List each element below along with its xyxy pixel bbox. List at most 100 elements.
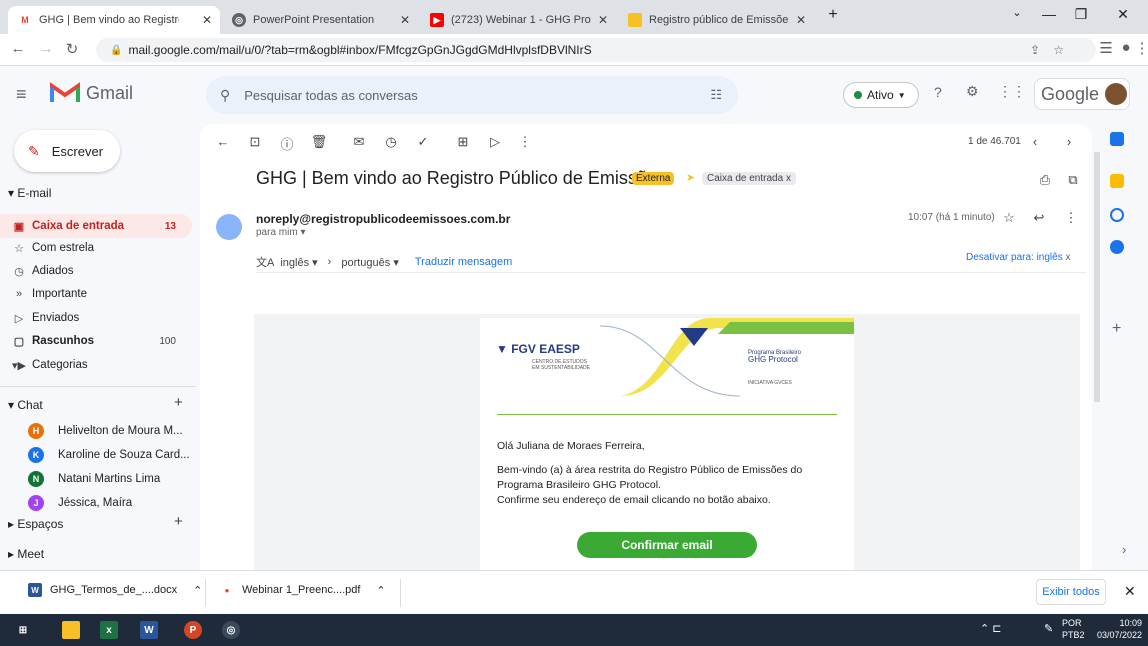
settings-gear-icon[interactable]: ⚙	[966, 83, 979, 100]
translate-message-link[interactable]: Traduzir mensagem	[415, 256, 512, 268]
get-addons-plus-icon[interactable]: +	[1112, 320, 1121, 338]
scrollbar[interactable]	[1094, 152, 1100, 402]
download-item[interactable]: ● Webinar 1_Preenc....pdf ⌃	[220, 583, 386, 597]
excel-icon[interactable]: x	[100, 621, 118, 639]
mark-unread-icon[interactable]: ✉	[350, 134, 368, 150]
chrome-menu-icon[interactable]: ⋮	[1132, 39, 1148, 57]
file-explorer-icon[interactable]	[62, 621, 80, 639]
language-indicator[interactable]: POR PTB2	[1062, 617, 1085, 641]
recipient-dropdown[interactable]: para mim ▾	[256, 227, 306, 238]
calendar-icon[interactable]	[1110, 132, 1124, 146]
search-options-icon[interactable]: ☷	[710, 87, 722, 103]
browser-tab-gmail[interactable]: M GHG | Bem vindo ao Registro Púb ✕	[8, 6, 220, 34]
close-icon[interactable]: x	[1066, 252, 1071, 263]
restore-button[interactable]: ❐	[1066, 6, 1096, 23]
chevron-up-icon[interactable]: ⌃	[193, 584, 202, 597]
importance-marker-icon[interactable]: ➤	[686, 171, 695, 184]
open-new-window-icon[interactable]: ⧉	[1064, 172, 1082, 188]
new-space-plus-icon[interactable]: +	[174, 513, 183, 530]
share-icon[interactable]: ⇪	[1030, 43, 1040, 57]
more-options-icon[interactable]: ⋮	[516, 134, 534, 150]
add-task-icon[interactable]: ✓	[414, 134, 432, 150]
sender-avatar[interactable]	[216, 214, 242, 240]
search-bar[interactable]: ⚲ Pesquisar todas as conversas ☷	[206, 76, 738, 114]
compose-button[interactable]: ✎ Escrever	[14, 130, 120, 172]
tab-search-icon[interactable]: ⌄	[1002, 6, 1032, 19]
move-to-icon[interactable]: ⊞	[454, 134, 472, 150]
target-language-dropdown[interactable]: português ▾	[341, 256, 399, 269]
print-icon[interactable]: ⎙	[1036, 172, 1054, 188]
address-bar[interactable]: 🔒 mail.google.com/mail/u/0/?tab=rm&ogbl#…	[96, 38, 1096, 62]
account-avatar[interactable]	[1105, 83, 1128, 105]
meet-section-header[interactable]: ▸ Meet	[8, 547, 44, 561]
search-icon[interactable]: ⚲	[220, 87, 230, 104]
reply-icon[interactable]: ↩	[1030, 210, 1048, 226]
apps-grid-icon[interactable]: ⋮⋮	[998, 83, 1026, 100]
close-tab-icon[interactable]: ✕	[796, 13, 806, 27]
delete-icon[interactable]: 🗑	[310, 134, 328, 150]
close-tab-icon[interactable]: ✕	[202, 13, 212, 27]
download-item[interactable]: W GHG_Termos_de_....docx ⌃	[28, 583, 202, 597]
chat-item[interactable]: H Helivelton de Moura M...	[0, 419, 192, 443]
extensions-icon[interactable]: ☰	[1096, 39, 1116, 57]
browser-tab-youtube[interactable]: ▶ (2723) Webinar 1 - GHG Protoco ✕	[420, 6, 616, 34]
star-message-icon[interactable]: ☆	[1000, 210, 1018, 226]
word-icon[interactable]: W	[140, 621, 158, 639]
previous-icon[interactable]: ‹	[1026, 134, 1044, 149]
main-menu-icon[interactable]: ≡	[16, 84, 27, 105]
email-section-header[interactable]: ▾ E-mail	[8, 186, 51, 200]
chevron-up-icon[interactable]: ⌃	[376, 584, 385, 597]
remove-label-icon[interactable]: x	[786, 173, 791, 184]
chat-item[interactable]: N Natani Martins Lima	[0, 467, 192, 491]
sidebar-item-categories[interactable]: ▾▶ Categorias	[0, 353, 192, 377]
keep-icon[interactable]	[1110, 174, 1124, 188]
new-tab-button[interactable]: +	[818, 6, 848, 24]
tasks-icon[interactable]	[1110, 208, 1124, 222]
archive-icon[interactable]: ⊡	[246, 134, 264, 150]
google-account-box[interactable]: Google	[1034, 78, 1130, 110]
snooze-icon[interactable]: ◷	[382, 134, 400, 150]
sidebar-item-inbox[interactable]: ▣ Caixa de entrada 13	[0, 214, 192, 238]
sidebar-item-starred[interactable]: ☆ Com estrela	[0, 236, 192, 260]
windows-start-icon[interactable]: ⊞	[14, 621, 32, 639]
back-to-inbox-icon[interactable]: ←	[214, 134, 232, 149]
chat-item[interactable]: J Jéssica, Maíra	[0, 491, 192, 515]
spaces-section-header[interactable]: ▸ Espaços	[8, 517, 63, 531]
minimize-button[interactable]: —	[1034, 6, 1064, 22]
new-chat-plus-icon[interactable]: +	[174, 394, 183, 411]
confirm-email-button[interactable]: Confirmar email	[577, 532, 757, 558]
sidebar-item-important[interactable]: » Importante	[0, 282, 192, 306]
chrome-taskbar-icon[interactable]: ◎	[222, 621, 240, 639]
expand-panel-icon[interactable]: ›	[1122, 542, 1126, 557]
system-tray-icon[interactable]: ⌃ ⊏	[980, 622, 1002, 635]
back-arrow-icon[interactable]: ←	[8, 40, 28, 57]
search-input[interactable]: Pesquisar todas as conversas	[244, 88, 417, 103]
sidebar-item-snoozed[interactable]: ◷ Adiados	[0, 259, 192, 283]
forward-arrow-icon[interactable]: →	[36, 40, 56, 57]
browser-tab-registro[interactable]: Registro público de Emissões ✕	[618, 6, 814, 34]
chat-item[interactable]: K Karoline de Souza Card...	[0, 443, 192, 467]
message-more-icon[interactable]: ⋮	[1062, 210, 1080, 226]
disable-translation-link[interactable]: Desativar para: inglês x	[966, 252, 1071, 263]
pen-icon[interactable]: ✎	[1044, 622, 1053, 635]
chat-section-header[interactable]: ▾ Chat	[8, 398, 43, 412]
inbox-label-chip[interactable]: Caixa de entrada x	[702, 172, 796, 185]
next-icon[interactable]: ›	[1060, 134, 1078, 149]
sidebar-item-drafts[interactable]: ▢ Rascunhos 100	[0, 329, 192, 353]
browser-tab-powerpoint[interactable]: ◎ PowerPoint Presentation ✕	[222, 6, 418, 34]
clock[interactable]: 10:09 03/07/2022	[1090, 617, 1142, 641]
status-dropdown[interactable]: Ativo ▼	[843, 82, 919, 108]
close-downloads-icon[interactable]: ✕	[1124, 583, 1136, 600]
contacts-icon[interactable]	[1110, 240, 1124, 254]
sidebar-item-sent[interactable]: ▷ Enviados	[0, 306, 192, 330]
help-icon[interactable]: ?	[934, 84, 942, 100]
show-all-downloads-button[interactable]: Exibir todos	[1036, 579, 1106, 605]
close-window-button[interactable]: ✕	[1108, 6, 1138, 23]
gmail-logo[interactable]: Gmail	[50, 82, 133, 104]
report-spam-icon[interactable]: ⓘ	[278, 134, 296, 153]
reload-icon[interactable]: ↻	[62, 40, 82, 58]
close-tab-icon[interactable]: ✕	[598, 13, 608, 27]
label-icon[interactable]: ▷	[486, 134, 504, 150]
source-language-dropdown[interactable]: inglês ▾	[280, 256, 317, 269]
bookmark-star-icon[interactable]: ☆	[1053, 43, 1064, 57]
